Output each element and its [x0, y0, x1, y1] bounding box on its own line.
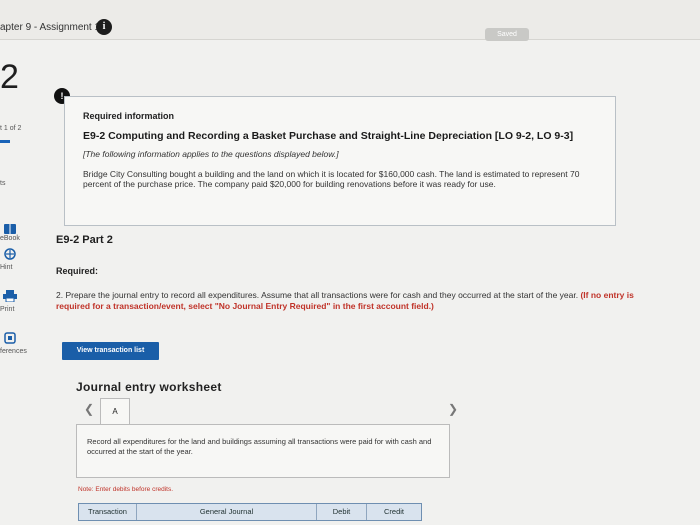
info-icon[interactable]: i: [96, 19, 112, 35]
instruction-text: 2. Prepare the journal entry to record a…: [56, 290, 579, 300]
worksheet-panel: Record all expenditures for the land and…: [76, 424, 450, 478]
part-title: E9-2 Part 2: [56, 234, 113, 246]
points-label: ts: [0, 180, 6, 187]
top-bar: apter 9 - Assignment 1 i Saved: [0, 0, 700, 41]
column-header: Transaction: [79, 504, 137, 520]
note-text: Enter debits before credits.: [95, 486, 174, 493]
chapter-title: apter 9 - Assignment 1: [0, 22, 101, 33]
hint-label: Hint: [0, 264, 13, 271]
print-label: Print: [0, 306, 15, 313]
references-label: ferences: [0, 348, 27, 355]
saved-badge: Saved: [485, 28, 529, 41]
view-transaction-list-button[interactable]: View transaction list: [62, 342, 159, 360]
worksheet-note: Note: Enter debits before credits.: [78, 486, 173, 493]
book-icon: [4, 224, 16, 234]
info-note: [The following information applies to th…: [83, 149, 339, 159]
progress-bar: [0, 140, 10, 143]
column-header: Credit: [383, 507, 404, 516]
instructions: 2. Prepare the journal entry to record a…: [56, 290, 656, 312]
print-button[interactable]: Print: [0, 290, 40, 320]
required-info-panel: Required information E9-2 Computing and …: [64, 96, 616, 226]
worksheet-tab-a[interactable]: A: [100, 398, 130, 424]
required-label: Required:: [56, 266, 99, 276]
problem-title: E9-2 Computing and Recording a Basket Pu…: [83, 130, 574, 142]
references-icon: [4, 332, 16, 344]
hint-button[interactable]: Hint: [0, 248, 40, 278]
references-button[interactable]: ferences: [0, 332, 40, 362]
question-progress: t 1 of 2: [0, 125, 22, 132]
column-header: Debit: [317, 504, 367, 520]
note-label: Note:: [78, 486, 94, 493]
required-info-heading: Required information: [83, 111, 175, 121]
hint-icon: [4, 248, 16, 260]
chevron-right-icon[interactable]: ❯: [448, 402, 458, 416]
column-header: General Journal: [137, 504, 317, 520]
worksheet-heading: Journal entry worksheet: [76, 380, 222, 394]
problem-body: Bridge City Consulting bought a building…: [83, 169, 580, 189]
worksheet-instructions: Record all expenditures for the land and…: [87, 437, 432, 456]
left-rail: t 1 of 2 ts eBook Hint Print ferences: [0, 40, 40, 525]
journal-table-header: Transaction General Journal Debit Credit: [78, 503, 422, 521]
chevron-left-icon[interactable]: ❮: [84, 402, 94, 416]
ebook-label: eBook: [0, 235, 20, 242]
print-icon: [3, 290, 17, 302]
